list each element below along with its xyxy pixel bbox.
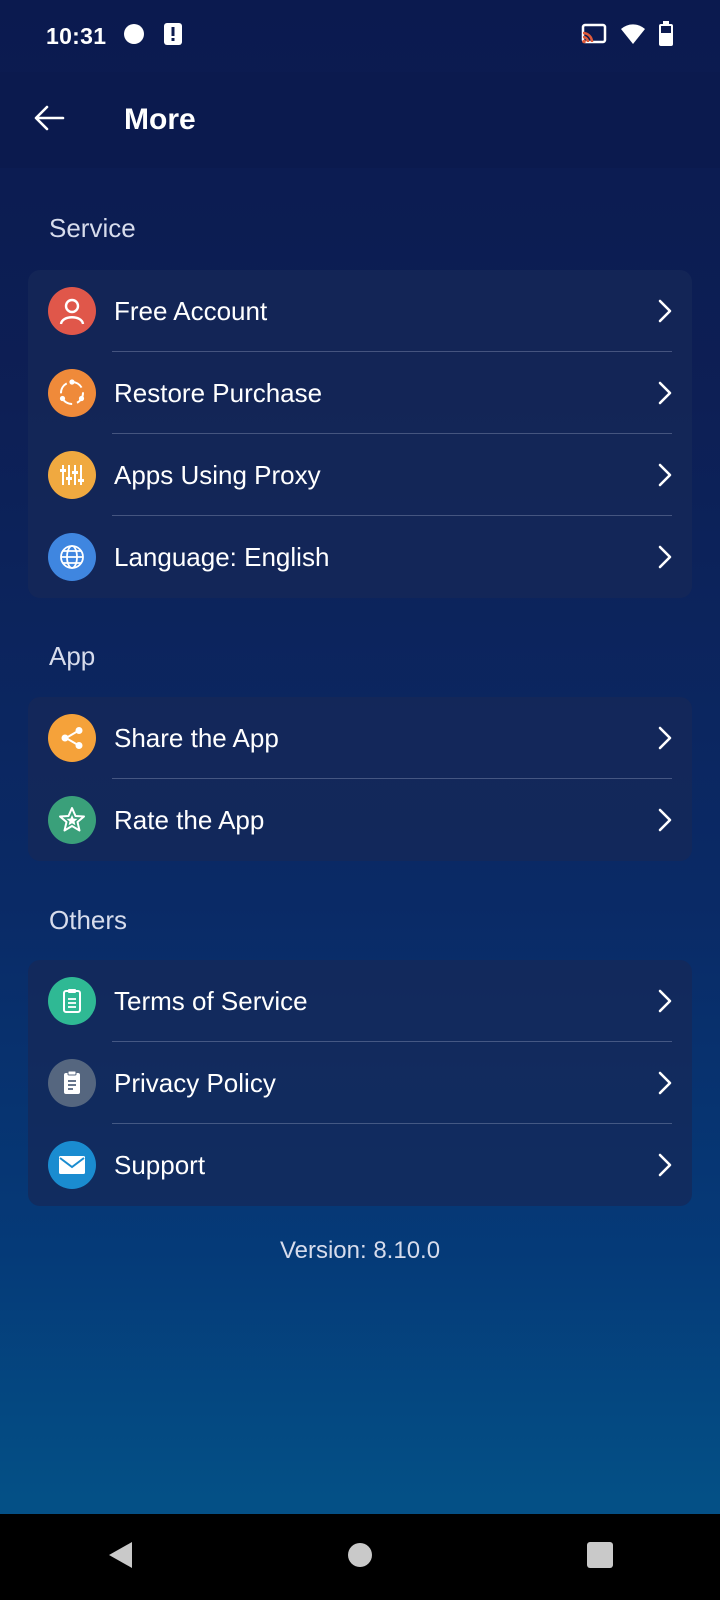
menu-item-restore-purchase[interactable]: Restore Purchase [28,352,692,434]
chevron-right-icon [658,463,672,492]
version-label: Version: 8.10.0 [279,1237,441,1264]
back-button[interactable] [18,89,80,151]
menu-item-language[interactable]: Language: English [28,516,692,598]
share-icon [48,714,96,762]
nav-back-button[interactable] [90,1527,150,1587]
circle-notification-icon [122,22,146,51]
sliders-icon [48,451,96,499]
menu-item-support[interactable]: Support [28,1124,692,1206]
chevron-right-icon [658,1071,672,1100]
menu-item-label: Share the App [114,722,279,753]
chevron-right-icon [658,989,672,1018]
menu-item-free-account[interactable]: Free Account [28,270,692,352]
chevron-right-icon [658,1153,672,1182]
nav-recents-button[interactable] [570,1527,630,1587]
back-triangle-icon [106,1540,134,1575]
menu-item-privacy-policy[interactable]: Privacy Policy [28,1042,692,1124]
menu-item-label: Terms of Service [114,985,308,1016]
page-title: More [124,103,196,136]
menu-item-label: Language: English [114,541,330,572]
wifi-icon [620,23,646,50]
section-title-others: Others [49,905,128,935]
menu-item-label: Apps Using Proxy [114,459,321,490]
status-bar: 10:31 [0,0,720,72]
document-icon [48,1059,96,1107]
battery-icon [658,20,674,52]
chevron-right-icon [658,726,672,755]
menu-item-terms-of-service[interactable]: Terms of Service [28,960,692,1042]
menu-item-label: Rate the App [114,804,265,835]
cast-icon [580,22,608,51]
section-title-app: App [49,641,96,671]
navigation-bar [0,1514,720,1600]
section-title-service: Service [49,213,136,243]
mail-icon [48,1141,96,1189]
menu-item-label: Free Account [114,295,268,326]
card-others: Terms of Service Privacy Policy Support [28,960,692,1206]
menu-item-apps-using-proxy[interactable]: Apps Using Proxy [28,434,692,516]
menu-item-label: Privacy Policy [114,1067,276,1098]
card-app: Share the App Rate the App [28,697,692,861]
home-circle-icon [346,1541,374,1574]
star-icon [48,796,96,844]
arrow-left-icon [33,104,65,137]
chevron-right-icon [658,545,672,574]
chevron-right-icon [658,299,672,328]
restore-icon [48,369,96,417]
alert-notification-icon [162,22,184,51]
chevron-right-icon [658,381,672,410]
menu-item-share-the-app[interactable]: Share the App [28,697,692,779]
status-time: 10:31 [46,22,107,49]
clipboard-icon [48,977,96,1025]
menu-item-label: Support [114,1149,206,1180]
recents-square-icon [586,1541,614,1574]
nav-home-button[interactable] [330,1527,390,1587]
globe-icon [48,533,96,581]
user-icon [48,287,96,335]
menu-item-rate-the-app[interactable]: Rate the App [28,779,692,861]
card-service: Free Account Restore Purchase Apps Using… [28,270,692,598]
app-bar: More [0,72,720,168]
chevron-right-icon [658,808,672,837]
menu-item-label: Restore Purchase [114,377,323,408]
